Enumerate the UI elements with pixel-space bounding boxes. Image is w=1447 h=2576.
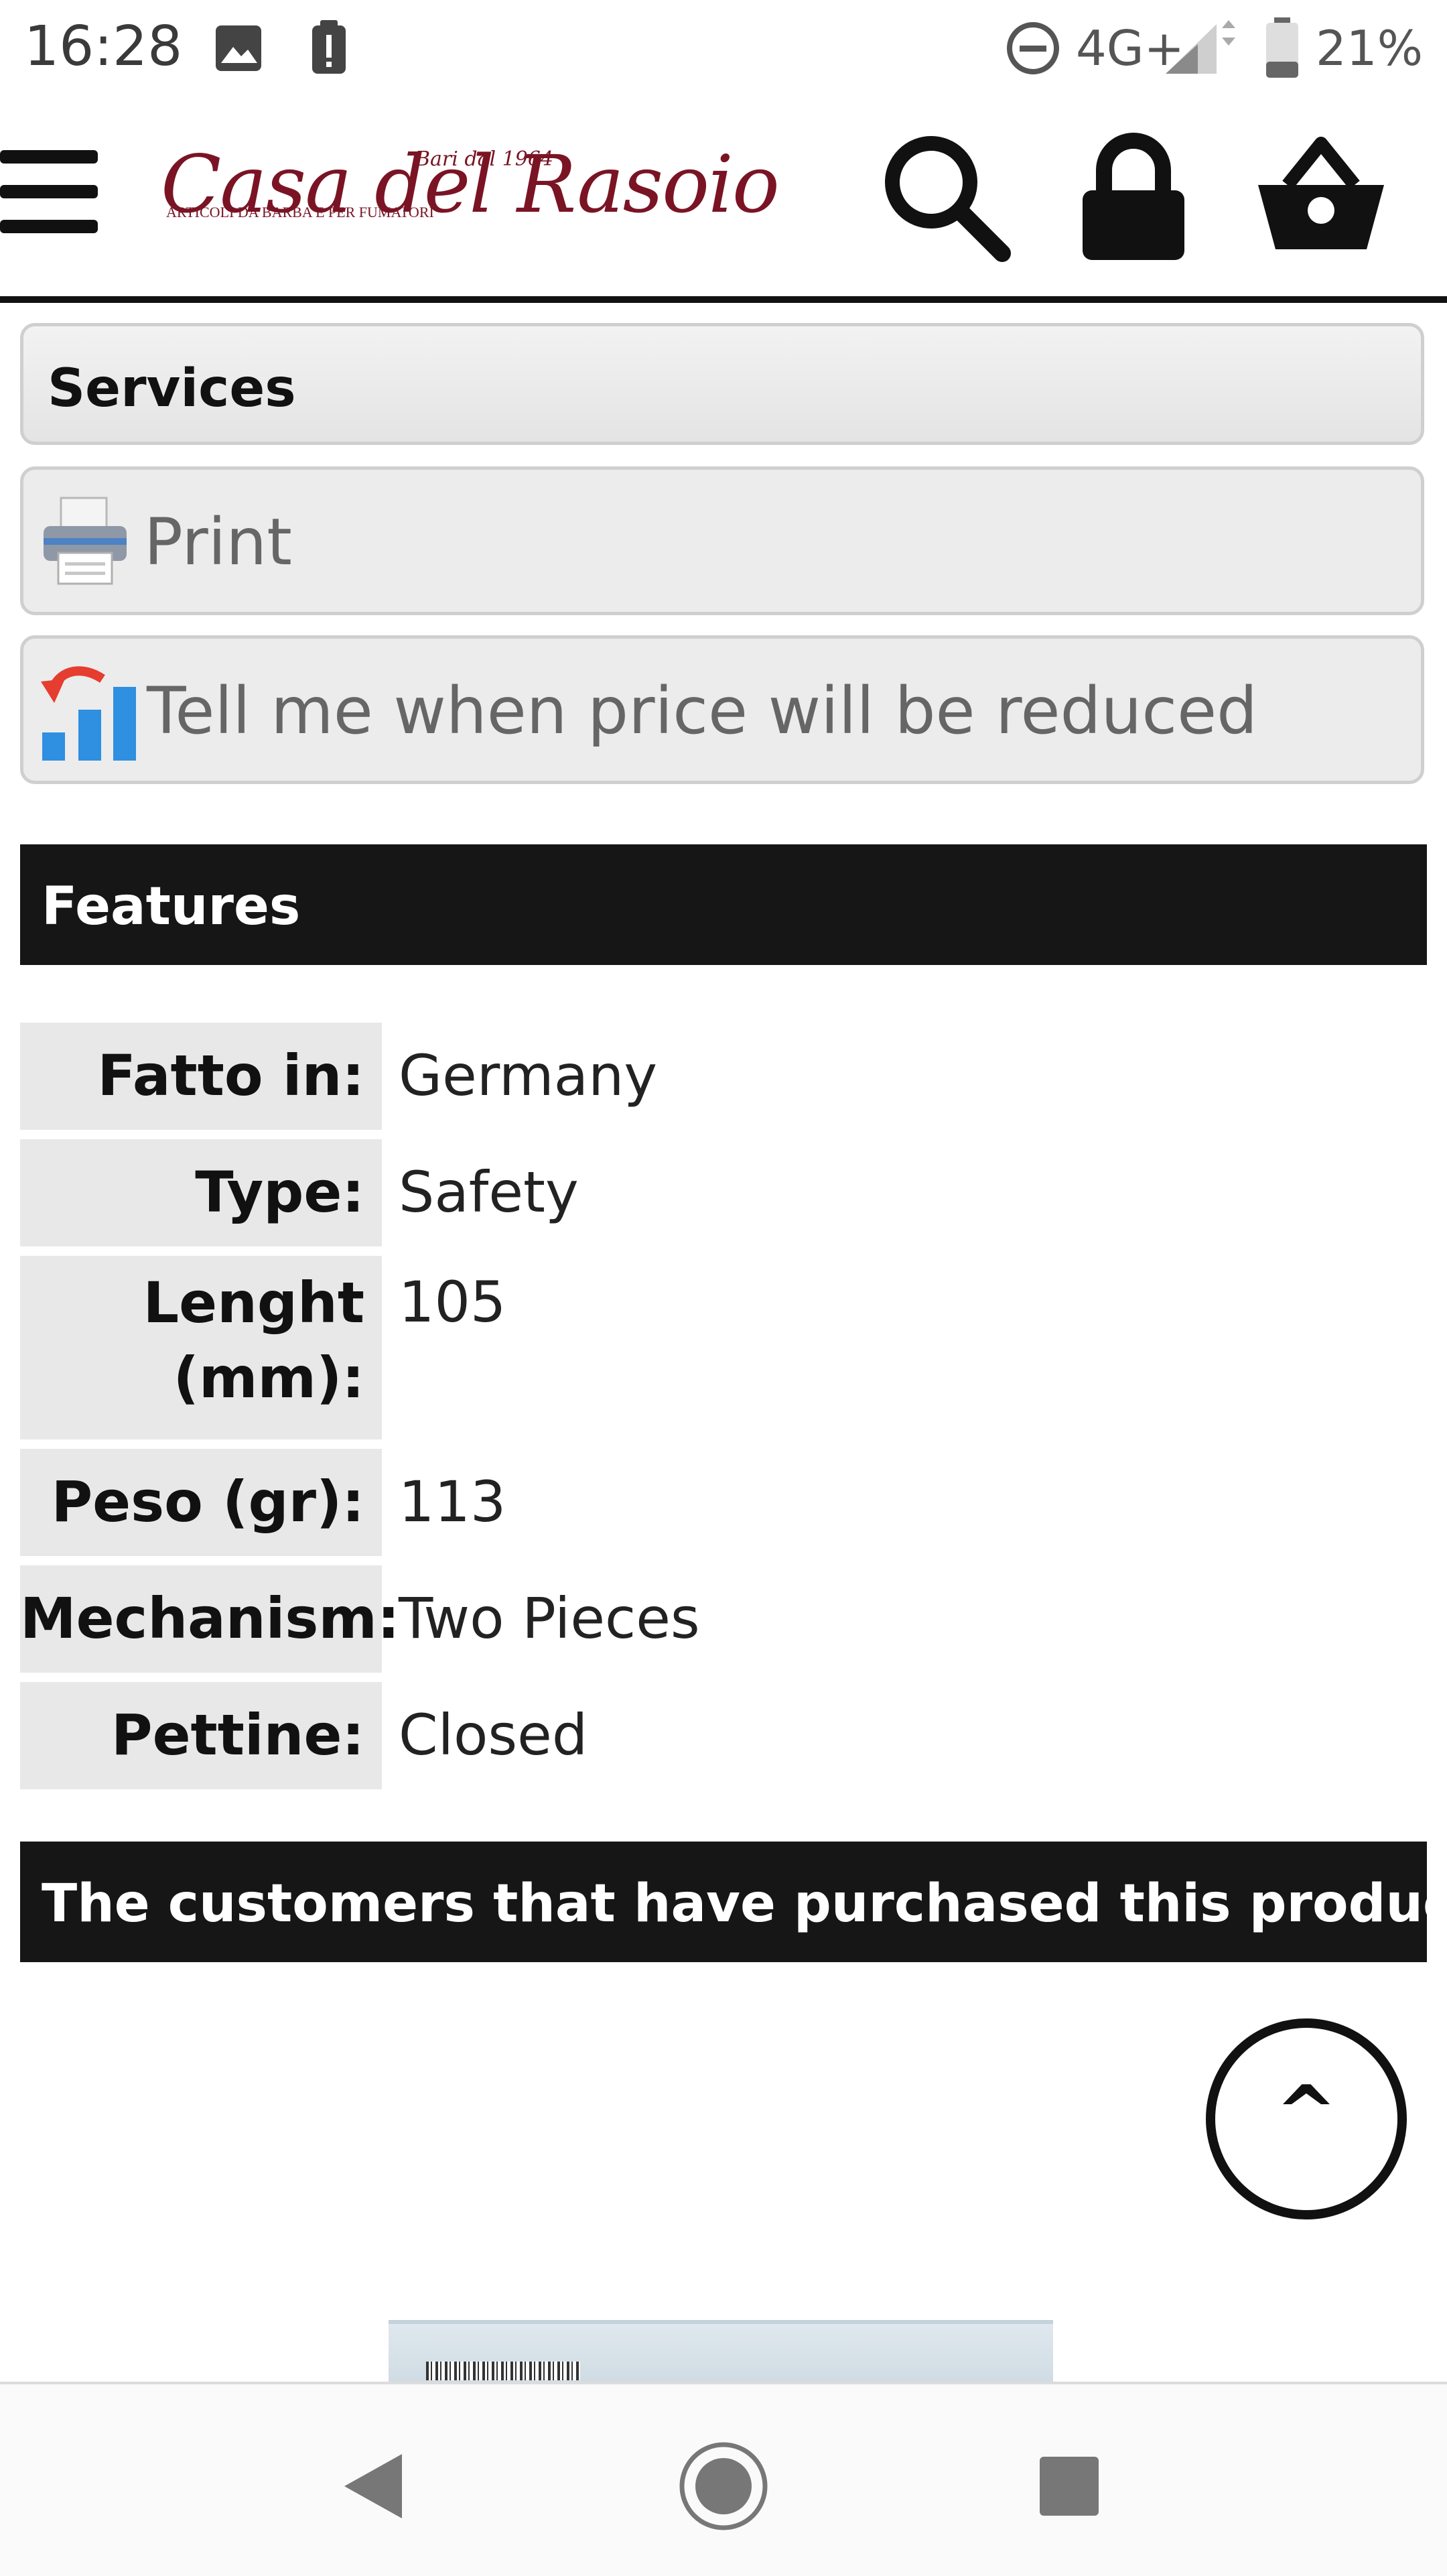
feature-value: Germany: [399, 1043, 658, 1108]
feature-key: Lenght (mm):: [20, 1256, 382, 1439]
related-product-image[interactable]: [389, 2320, 1053, 2386]
table-row: Mechanism: Two Pieces: [20, 1565, 1427, 1673]
do-not-disturb-icon: [1007, 22, 1059, 74]
related-products-header: The customers that have purchased this p…: [20, 1842, 1427, 1962]
feature-key: Mechanism:: [20, 1565, 400, 1673]
site-header: Casa del Rasoio Bari dal 1964 ARTICOLI D…: [0, 95, 1447, 303]
price-drop-chart-icon: [41, 666, 136, 761]
logo-since: Bari dal 1964: [415, 147, 553, 171]
table-row: Type: Safety: [20, 1139, 1427, 1246]
feature-value: Safety: [399, 1159, 579, 1225]
scroll-to-top-button[interactable]: ^: [1206, 2018, 1407, 2219]
recents-icon[interactable]: [1037, 2454, 1101, 2518]
search-icon[interactable]: [878, 129, 1012, 263]
feature-value: Closed: [399, 1702, 588, 1768]
system-nav-bar: [0, 2382, 1447, 2576]
signal-icon: [1166, 20, 1235, 74]
feature-key: Fatto in:: [20, 1023, 382, 1130]
scroll-to-top-label: ^: [1275, 2069, 1338, 2155]
battery-icon: [1266, 17, 1298, 78]
lock-icon[interactable]: [1079, 129, 1188, 263]
table-row: Fatto in: Germany: [20, 1023, 1427, 1130]
printer-icon: [44, 497, 127, 585]
table-row: Peso (gr): 113: [20, 1449, 1427, 1556]
alert-notification-icon: [312, 20, 346, 74]
feature-key: Type:: [20, 1139, 382, 1246]
menu-icon[interactable]: [0, 150, 98, 233]
battery-level: 21%: [1316, 20, 1424, 76]
basket-icon[interactable]: [1254, 135, 1388, 253]
price-alert-button[interactable]: Tell me when price will be reduced: [20, 635, 1424, 784]
services-header: Services: [20, 323, 1424, 445]
print-label: Print: [144, 505, 292, 580]
logo-subtitle: ARTICOLI DA BARBA E PER FUMATORI: [166, 204, 434, 220]
barcode-graphic: [426, 2362, 580, 2380]
back-icon[interactable]: [340, 2451, 405, 2521]
print-button[interactable]: Print: [20, 466, 1424, 615]
feature-key: Peso (gr):: [20, 1449, 382, 1556]
home-icon[interactable]: [677, 2439, 770, 2533]
features-header: Features: [20, 844, 1427, 965]
feature-key: Pettine:: [20, 1682, 382, 1789]
feature-value: 113: [399, 1469, 506, 1535]
features-table: Fatto in: Germany Type: Safety Lenght (m…: [20, 1023, 1427, 1799]
feature-value: Two Pieces: [399, 1586, 700, 1651]
status-bar: 16:28 4G+ 21%: [0, 0, 1447, 97]
image-notification-icon: [216, 25, 261, 71]
table-row: Lenght (mm): 105: [20, 1256, 1427, 1439]
price-alert-label: Tell me when price will be reduced: [147, 673, 1258, 749]
feature-value: 105: [399, 1269, 506, 1335]
status-time: 16:28: [24, 15, 183, 78]
services-title: Services: [48, 359, 296, 419]
table-row: Pettine: Closed: [20, 1682, 1427, 1789]
